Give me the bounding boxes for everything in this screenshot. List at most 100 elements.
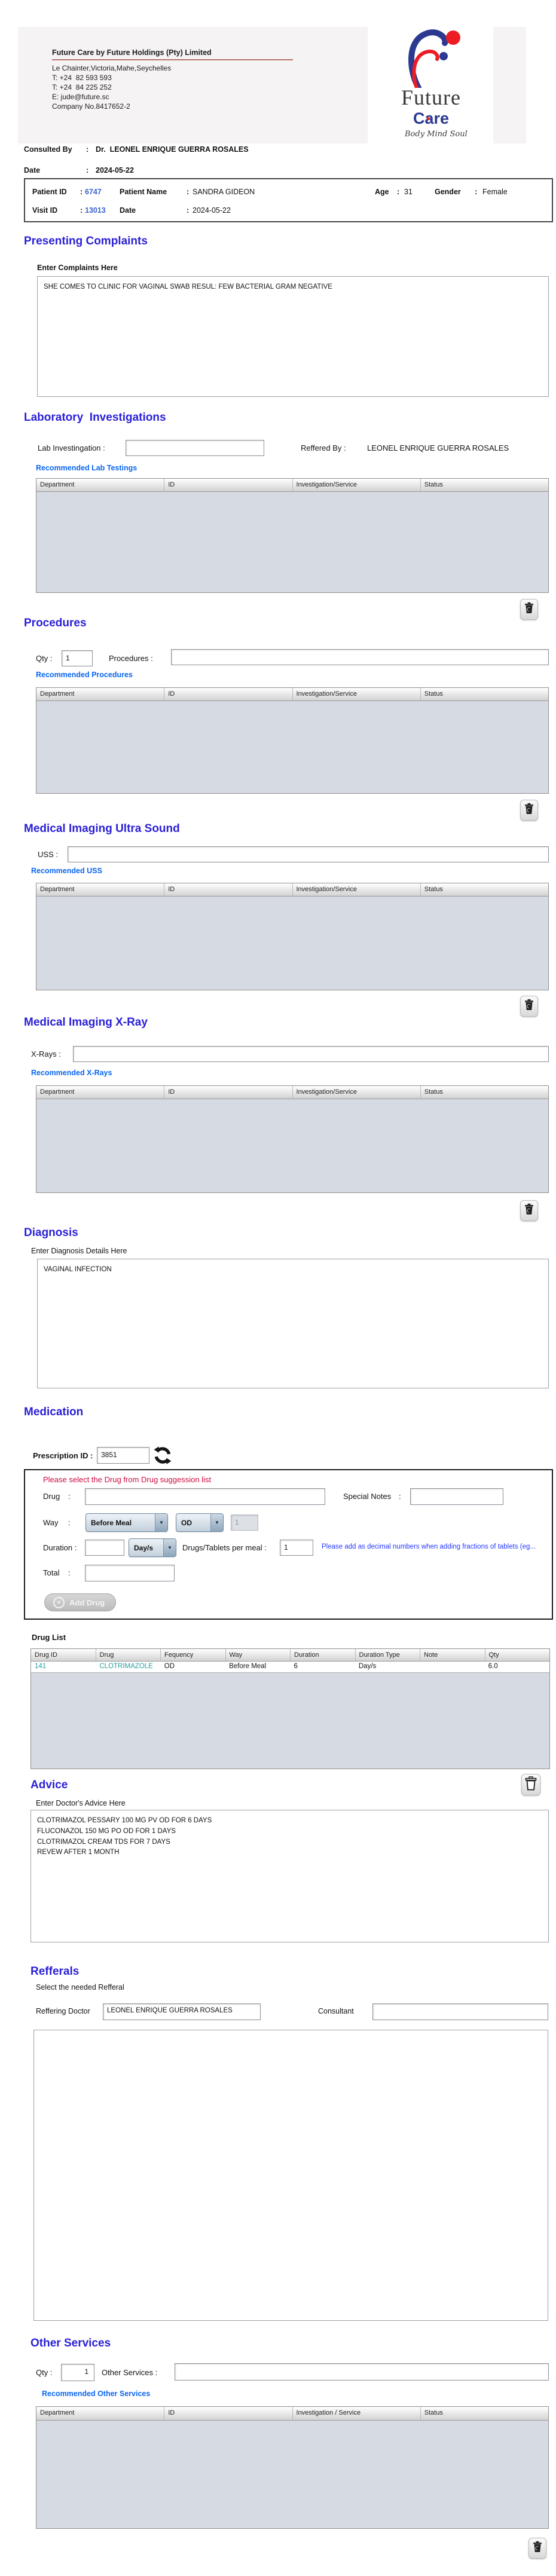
recommended-procedures-link[interactable]: Recommended Procedures: [36, 671, 133, 679]
reffered-by-value: LEONEL ENRIQUE GUERRA ROSALES: [367, 443, 509, 452]
prescription-id-input[interactable]: 3851: [97, 1447, 149, 1464]
recommended-uss-link[interactable]: Recommended USS: [31, 867, 102, 875]
col-department: Department: [36, 479, 164, 491]
drug-input[interactable]: [85, 1488, 325, 1505]
refresh-icon[interactable]: [153, 1446, 172, 1465]
procedures-table-body[interactable]: [36, 701, 548, 793]
cell-qty: 6.0: [485, 1662, 549, 1672]
xray-table-body[interactable]: [36, 1099, 548, 1192]
age-colon: :: [397, 188, 399, 196]
way-label: Way: [43, 1518, 59, 1527]
way-colon: :: [68, 1518, 71, 1527]
frequency-select-value: OD: [176, 1519, 210, 1527]
uss-input[interactable]: [68, 846, 549, 862]
advice-label: Enter Doctor's Advice Here: [36, 1799, 126, 1807]
lab-delete-button[interactable]: [520, 599, 538, 620]
section-title-diagnosis: Diagnosis: [24, 1226, 78, 1240]
col-note: Note: [420, 1649, 485, 1661]
other-delete-button[interactable]: [528, 2538, 546, 2559]
other-qty-label: Qty :: [36, 2368, 52, 2377]
advice-delete-button[interactable]: [521, 1774, 540, 1795]
consultant-input[interactable]: [372, 2003, 548, 2020]
consultant-label: Consultant: [318, 2007, 354, 2015]
procedures-delete-button[interactable]: [520, 800, 538, 821]
trash-icon: [524, 803, 534, 818]
procedures-qty-input[interactable]: 1: [62, 650, 93, 666]
lab-table-body[interactable]: [36, 492, 548, 592]
patient-id-colon: :: [80, 188, 83, 196]
col-id: ID: [164, 1086, 292, 1099]
reffered-by-label: Reffered By :: [301, 443, 346, 452]
other-services-input[interactable]: [175, 2363, 549, 2381]
procedures-table-header: Department ID Investigation/Service Stat…: [36, 688, 548, 701]
uss-table-header: Department ID Investigation/Service Stat…: [36, 883, 548, 897]
section-title-laboratory: Laboratory Investigations: [24, 411, 166, 424]
recommended-xray-link[interactable]: Recommended X-Rays: [31, 1069, 112, 1077]
per-meal-label: Drugs/Tablets per meal :: [182, 1543, 267, 1552]
special-notes-label: Special Notes: [343, 1492, 391, 1501]
cell-duration-type: Day/s: [355, 1662, 420, 1672]
col-department: Department: [36, 1086, 164, 1099]
recommended-lab-link[interactable]: Recommended Lab Testings: [36, 464, 137, 472]
logo-tagline: Body Mind Soul: [405, 130, 468, 139]
duration-input[interactable]: [85, 1540, 124, 1556]
xray-delete-button[interactable]: [520, 1200, 538, 1221]
procedures-label: Procedures :: [109, 654, 153, 663]
other-qty-input[interactable]: 1: [61, 2364, 94, 2381]
patient-id-label: Patient ID: [32, 188, 67, 196]
company-number: Company No.8417652-2: [52, 102, 130, 111]
section-title-xray: Medical Imaging X-Ray: [24, 1016, 148, 1029]
other-table-body[interactable]: [36, 2421, 548, 2528]
patient-name-label: Patient Name: [120, 188, 167, 196]
lab-table-header: Department ID Investigation/Service Stat…: [36, 479, 548, 492]
add-drug-button[interactable]: + Add Drug: [44, 1593, 116, 1611]
total-colon: :: [68, 1568, 71, 1577]
total-input[interactable]: [85, 1565, 175, 1581]
procedures-input[interactable]: [171, 649, 549, 665]
other-table-header: Department ID Investigation / Service St…: [36, 2407, 548, 2421]
complaints-textarea[interactable]: SHE COMES TO CLINIC FOR VAGINAL SWAB RES…: [37, 276, 549, 397]
col-qty: Qty: [485, 1649, 550, 1661]
col-department: Department: [36, 688, 164, 700]
total-label: Total: [43, 1568, 59, 1577]
col-status: Status: [421, 1086, 548, 1099]
xray-input[interactable]: [73, 1046, 549, 1062]
section-title-other-services: Other Services: [30, 2337, 111, 2350]
uss-table: Department ID Investigation/Service Stat…: [36, 883, 549, 990]
duration-label: Duration :: [43, 1543, 77, 1552]
lab-investigation-input[interactable]: [126, 440, 264, 456]
company-phone2: T: +24 84 225 252: [52, 82, 112, 92]
col-service: Investigation/Service: [293, 1086, 421, 1099]
drug-list-body[interactable]: [31, 1673, 549, 1769]
col-service: Investigation/Service: [293, 479, 421, 491]
col-id: ID: [164, 2407, 292, 2420]
patient-id-value: 6747: [85, 188, 102, 196]
other-services-table: Department ID Investigation / Service St…: [36, 2406, 549, 2529]
uss-delete-button[interactable]: [520, 996, 538, 1017]
diagnosis-textarea[interactable]: VAGINAL INFECTION: [37, 1259, 549, 1388]
col-id: ID: [164, 883, 292, 896]
section-title-refferals: Refferals: [30, 1965, 79, 1978]
gender-colon: :: [475, 188, 477, 196]
special-notes-input[interactable]: [410, 1488, 503, 1505]
uss-table-body[interactable]: [36, 897, 548, 990]
reffering-doctor-input[interactable]: LEONEL ENRIQUE GUERRA ROSALES: [103, 2003, 261, 2020]
visit-date-label: Date: [24, 166, 40, 175]
recommended-other-link[interactable]: Recommended Other Services: [42, 2390, 150, 2398]
col-service: Investigation/Service: [293, 883, 421, 896]
consulted-by-colon: :: [86, 145, 88, 154]
section-title-uss: Medical Imaging Ultra Sound: [24, 822, 180, 836]
per-meal-input[interactable]: 1: [280, 1540, 313, 1556]
duration-type-select[interactable]: Day/s ▼: [129, 1538, 176, 1557]
refferal-list-box[interactable]: [33, 2030, 548, 2321]
visit-id-label: Visit ID: [32, 206, 57, 215]
way-select[interactable]: Before Meal ▼: [85, 1513, 168, 1532]
other-services-label: Other Services :: [102, 2368, 157, 2377]
company-email: E: jude@future.sc: [52, 92, 109, 102]
col-status: Status: [421, 2407, 548, 2420]
frequency-select[interactable]: OD ▼: [176, 1513, 224, 1532]
cell-frequency: OD: [161, 1662, 225, 1672]
drug-table-row[interactable]: 141 CLOTRIMAZOLE OD Before Meal 6 Day/s …: [31, 1662, 549, 1673]
visit-date-value: 2024-05-22: [96, 166, 134, 175]
advice-textarea[interactable]: CLOTRIMAZOL PESSARY 100 MG PV OD FOR 6 D…: [30, 1810, 549, 1942]
